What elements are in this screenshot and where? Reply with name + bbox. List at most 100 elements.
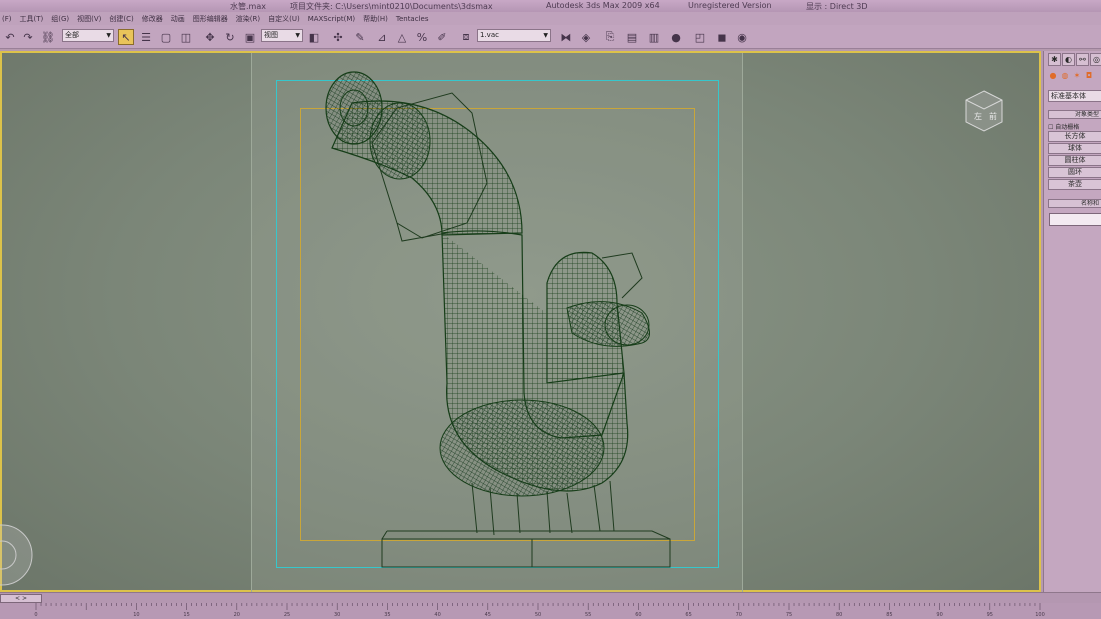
timeline-tick-label: 25 bbox=[283, 612, 291, 618]
scale-icon[interactable]: ▣ bbox=[242, 29, 258, 45]
pivot-center-icon[interactable]: ◧ bbox=[306, 29, 322, 45]
cylinder-button[interactable]: 圆柱体 bbox=[1048, 155, 1101, 166]
chevron-down-icon: ▼ bbox=[295, 32, 300, 39]
menu-modifiers[interactable]: 修改器 bbox=[142, 14, 163, 24]
menu-views[interactable]: 视图(V) bbox=[77, 14, 101, 24]
timeline-tick-label: 20 bbox=[233, 612, 240, 618]
create-category-icons: ● ◍ ✶ ◘ bbox=[1048, 71, 1096, 81]
timeline-tick-label: 100 bbox=[1035, 612, 1045, 618]
modify-tab-icon[interactable]: ◐ bbox=[1062, 53, 1075, 66]
curve-editor-icon[interactable]: ⎘ bbox=[602, 29, 618, 45]
shapes-icon[interactable]: ◍ bbox=[1060, 71, 1070, 81]
timeline-tick-label: 85 bbox=[886, 612, 893, 618]
torus-button[interactable]: 圆环 bbox=[1048, 167, 1101, 178]
angle-snap-icon[interactable]: ⊿ bbox=[374, 29, 390, 45]
steering-wheel-icon[interactable] bbox=[0, 515, 34, 595]
timeline-tick-label: 65 bbox=[685, 612, 692, 618]
viewcube-left-face[interactable]: 左 bbox=[974, 111, 982, 121]
name-color-rollout[interactable]: 名称和 bbox=[1048, 199, 1101, 208]
viewcube-icon[interactable]: 左 前 bbox=[962, 89, 1006, 133]
motion-tab-icon[interactable]: ◎ bbox=[1090, 53, 1101, 66]
menu-graph-editors[interactable]: 图形编辑器 bbox=[193, 14, 228, 24]
move-icon[interactable]: ✥ bbox=[202, 29, 218, 45]
time-slider-track[interactable]: < > bbox=[0, 592, 1101, 603]
menu-maxscript[interactable]: MAXScript(M) bbox=[308, 15, 355, 23]
timeline-tick-label: 50 bbox=[534, 612, 542, 618]
select-object-icon[interactable]: ↖ bbox=[118, 29, 134, 45]
teapot-button[interactable]: 茶壶 bbox=[1048, 179, 1101, 190]
timeline-tick-label: 10 bbox=[133, 612, 140, 618]
title-license: Unregistered Version bbox=[688, 1, 772, 10]
menu-group[interactable]: 组(G) bbox=[51, 14, 69, 24]
timeline-tick-label: 60 bbox=[635, 612, 642, 618]
object-name-input[interactable] bbox=[1049, 213, 1101, 226]
timeline-tick-label: 45 bbox=[484, 612, 491, 618]
menu-tentacles[interactable]: Tentacles bbox=[396, 15, 429, 23]
menu-help[interactable]: 帮助(H) bbox=[363, 14, 388, 24]
rect-selection-icon[interactable]: ▢ bbox=[158, 29, 174, 45]
object-type-rollout[interactable]: 对象类型 bbox=[1048, 110, 1101, 119]
time-slider-thumb[interactable]: < > bbox=[0, 594, 42, 603]
title-bar: 水管.max 项目文件夹: C:\Users\mint0210\Document… bbox=[0, 0, 1101, 12]
timeline-tick-label: 80 bbox=[836, 612, 843, 618]
timeline-ruler[interactable]: 0 10 15 20 25 30 35 40 45 50 55 60 65 70 75 80 85 90 95 100 bbox=[0, 603, 1101, 619]
menu-tools[interactable]: 工具(T) bbox=[20, 14, 44, 24]
layer-manager-icon[interactable]: ◈ bbox=[578, 29, 594, 45]
percent-snap-icon[interactable]: △ bbox=[394, 29, 410, 45]
perspective-viewport[interactable]: 左 前 bbox=[0, 51, 1043, 595]
pipe-wireframe-model[interactable] bbox=[2, 53, 1043, 594]
align-icon[interactable]: ⧓ bbox=[558, 29, 574, 45]
edit-named-selection-icon[interactable]: ✐ bbox=[434, 29, 450, 45]
timeline-tick-label: 35 bbox=[384, 612, 391, 618]
schematic-view-icon[interactable]: ▤ bbox=[624, 29, 640, 45]
cameras-icon[interactable]: ◘ bbox=[1084, 71, 1094, 81]
timeline-tick-label: 95 bbox=[986, 612, 993, 618]
menu-create[interactable]: 创建(C) bbox=[109, 14, 133, 24]
quick-render-icon[interactable]: ◉ bbox=[734, 29, 750, 45]
hierarchy-tab-icon[interactable]: ⚯ bbox=[1076, 53, 1089, 66]
selection-filter-dropdown[interactable]: 全部 ▼ bbox=[62, 29, 114, 42]
chevron-down-icon: ▼ bbox=[106, 32, 111, 39]
primitive-category-dropdown[interactable]: 标准基本体 bbox=[1048, 90, 1101, 102]
command-panel: ✱ ◐ ⚯ ◎ ● ◍ ✶ ◘ 标准基本体 对象类型 ☐ 自动栅格 长方体 球体… bbox=[1043, 51, 1101, 592]
chevron-down-icon: ▼ bbox=[543, 32, 548, 39]
title-file-name: 水管.max bbox=[230, 2, 266, 11]
title-display-driver: 显示 : Direct 3D bbox=[806, 2, 868, 11]
window-crossing-icon[interactable]: ◫ bbox=[178, 29, 194, 45]
box-button[interactable]: 长方体 bbox=[1048, 131, 1101, 142]
menu-file[interactable]: (F) bbox=[2, 15, 12, 23]
material-editor-icon[interactable]: ▥ bbox=[646, 29, 662, 45]
undo-icon[interactable]: ↶ bbox=[2, 29, 18, 45]
create-tab-icon[interactable]: ✱ bbox=[1048, 53, 1061, 66]
title-app-name: Autodesk 3ds Max 2009 x64 bbox=[546, 1, 660, 10]
menu-rendering[interactable]: 渲染(R) bbox=[236, 14, 260, 24]
viewcube-front-face[interactable]: 前 bbox=[989, 111, 997, 121]
menu-animation[interactable]: 动画 bbox=[171, 14, 185, 24]
rendered-frame-window-icon[interactable]: ◼ bbox=[714, 29, 730, 45]
timeline-tick-label: 55 bbox=[585, 612, 592, 618]
timeline-tick-label: 70 bbox=[735, 612, 742, 618]
spinner-snap-icon[interactable]: % bbox=[414, 29, 430, 45]
sphere-button[interactable]: 球体 bbox=[1048, 143, 1101, 154]
geometry-icon[interactable]: ● bbox=[1048, 71, 1058, 81]
lights-icon[interactable]: ✶ bbox=[1072, 71, 1082, 81]
unlink-icon[interactable]: ⛓ bbox=[40, 29, 56, 45]
reference-coordinate-dropdown[interactable]: 视图 ▼ bbox=[261, 29, 303, 42]
render-setup-icon[interactable]: ◰ bbox=[692, 29, 708, 45]
select-manipulate-icon[interactable]: ✣ bbox=[330, 29, 346, 45]
timeline-tick-label: 40 bbox=[434, 612, 441, 618]
named-selection-sets-dropdown[interactable]: 1.vac ▼ bbox=[477, 29, 551, 42]
title-project-folder: 项目文件夹: C:\Users\mint0210\Documents\3dsma… bbox=[290, 2, 493, 11]
snap-toggle-icon[interactable]: ✎ bbox=[352, 29, 368, 45]
autogrid-checkbox[interactable]: ☐ 自动栅格 bbox=[1048, 122, 1079, 131]
material-swatch-icon[interactable]: ● bbox=[668, 29, 684, 45]
select-by-name-icon[interactable]: ☰ bbox=[138, 29, 154, 45]
timeline-tick-label: 75 bbox=[785, 612, 793, 618]
menu-bar: (F) 工具(T) 组(G) 视图(V) 创建(C) 修改器 动画 图形编辑器 … bbox=[0, 12, 1101, 25]
menu-customize[interactable]: 自定义(U) bbox=[268, 14, 300, 24]
redo-icon[interactable]: ↷ bbox=[20, 29, 36, 45]
mirror-icon[interactable]: ⧈ bbox=[458, 29, 474, 45]
timeline-tick-label: 90 bbox=[936, 612, 943, 618]
rotate-icon[interactable]: ↻ bbox=[222, 29, 238, 45]
timeline-tick-label: 30 bbox=[334, 612, 341, 618]
